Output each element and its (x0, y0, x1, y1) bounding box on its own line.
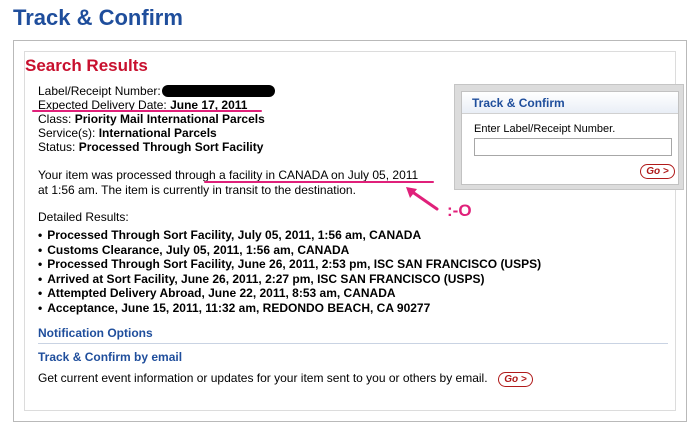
label-input-caption: Enter Label/Receipt Number. (474, 123, 616, 135)
reaction-annotation: :-O (447, 201, 472, 220)
label-number-row: Label/Receipt Number: (38, 84, 275, 98)
class-value: Priority Mail International Parcels (74, 112, 265, 126)
annotation-arrow-icon (406, 187, 439, 211)
widget-title: Track & Confirm (462, 92, 678, 114)
event-item: Processed Through Sort Facility, June 26… (38, 257, 541, 272)
services-label: Service(s): (38, 126, 96, 140)
detailed-results-label: Detailed Results: (38, 210, 129, 224)
class-label: Class: (38, 112, 72, 126)
event-item: Attempted Delivery Abroad, June 22, 2011… (38, 286, 541, 301)
track-by-email-link[interactable]: Track & Confirm by email (38, 350, 182, 364)
widget-go-button[interactable]: Go > (640, 164, 675, 179)
track-confirm-widget: Track & Confirm Enter Label/Receipt Numb… (454, 84, 684, 190)
event-item: Arrived at Sort Facility, June 26, 2011,… (38, 272, 541, 287)
facility-date-underline (204, 181, 434, 183)
search-results-heading: Search Results (25, 56, 148, 75)
email-description: Get current event information or updates… (38, 371, 488, 385)
label-number-input[interactable] (474, 138, 672, 156)
services-value: International Parcels (98, 126, 217, 140)
widget-inner: Track & Confirm Enter Label/Receipt Numb… (461, 91, 679, 185)
email-go-button[interactable]: Go > (498, 372, 533, 387)
services-row: Service(s): International Parcels (38, 126, 217, 140)
event-item: Processed Through Sort Facility, July 05… (38, 228, 541, 243)
status-label: Status: (38, 140, 76, 154)
event-list: Processed Through Sort Facility, July 05… (38, 228, 541, 316)
notification-options-heading: Notification Options (38, 326, 153, 340)
delivery-date-underline (32, 110, 262, 112)
status-value: Processed Through Sort Facility (78, 140, 264, 154)
class-row: Class: Priority Mail International Parce… (38, 112, 265, 126)
label-number-label: Label/Receipt Number: (38, 84, 161, 98)
event-item: Customs Clearance, July 05, 2011, 1:56 a… (38, 243, 541, 258)
event-item: Acceptance, June 15, 2011, 11:32 am, RED… (38, 301, 541, 316)
status-row: Status: Processed Through Sort Facility (38, 140, 263, 154)
summary-line-2: at 1:56 am. The item is currently in tra… (38, 183, 356, 197)
summary-paragraph: Your item was processed through a facili… (38, 168, 458, 198)
divider (38, 343, 668, 344)
page-title: Track & Confirm (13, 5, 183, 30)
redacted-number (161, 85, 275, 97)
